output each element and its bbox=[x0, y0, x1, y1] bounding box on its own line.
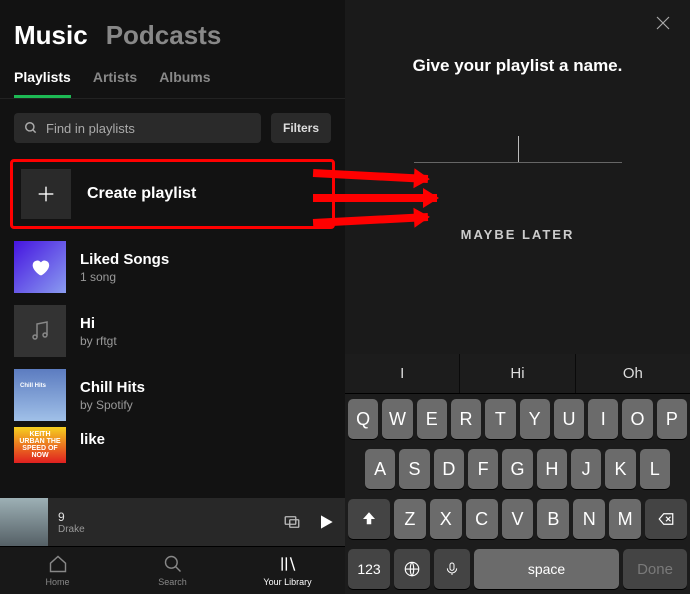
now-playing-bar[interactable]: 9 Drake bbox=[0, 498, 345, 546]
nav-library[interactable]: Your Library bbox=[230, 547, 345, 594]
kb-key-o[interactable]: O bbox=[622, 399, 652, 439]
kb-key-r[interactable]: R bbox=[451, 399, 481, 439]
playlist-like[interactable]: KEITH URBAN THE SPEED OF NOW like bbox=[0, 427, 345, 469]
kb-key-z[interactable]: Z bbox=[394, 499, 426, 539]
now-playing-artist: Drake bbox=[58, 524, 277, 535]
maybe-later-button[interactable]: MAYBE LATER bbox=[345, 227, 690, 242]
kb-space[interactable]: space bbox=[474, 549, 619, 589]
keyboard: I Hi Oh QWERTYUIOP ASDFGHJKL ZXCVBNM 123… bbox=[345, 354, 690, 594]
music-note-icon bbox=[28, 319, 52, 343]
tab-music[interactable]: Music bbox=[14, 20, 88, 51]
kb-suggestion[interactable]: Hi bbox=[460, 354, 575, 393]
kb-key-b[interactable]: B bbox=[537, 499, 569, 539]
kb-globe[interactable] bbox=[394, 549, 430, 589]
kb-key-f[interactable]: F bbox=[468, 449, 498, 489]
now-playing-cover bbox=[0, 498, 48, 546]
playlist-name-prompt: Give your playlist a name. bbox=[345, 56, 690, 76]
kb-numbers[interactable]: 123 bbox=[348, 549, 390, 589]
kb-key-n[interactable]: N bbox=[573, 499, 605, 539]
subtab-playlists[interactable]: Playlists bbox=[14, 69, 71, 98]
text-cursor bbox=[518, 136, 519, 162]
kb-key-c[interactable]: C bbox=[466, 499, 498, 539]
item-sub: by rftgt bbox=[80, 334, 117, 348]
heart-icon bbox=[29, 256, 51, 278]
item-title: Liked Songs bbox=[80, 251, 169, 268]
playlist-cover bbox=[14, 305, 66, 357]
kb-key-u[interactable]: U bbox=[554, 399, 584, 439]
cast-icon[interactable] bbox=[277, 513, 307, 531]
kb-key-p[interactable]: P bbox=[657, 399, 687, 439]
nav-home[interactable]: Home bbox=[0, 547, 115, 594]
kb-suggestion[interactable]: I bbox=[345, 354, 460, 393]
create-playlist-button[interactable]: Create playlist bbox=[13, 162, 332, 226]
liked-songs-cover bbox=[14, 241, 66, 293]
kb-key-a[interactable]: A bbox=[365, 449, 395, 489]
globe-icon bbox=[403, 560, 421, 578]
plus-icon bbox=[21, 169, 71, 219]
shift-icon bbox=[360, 510, 378, 528]
now-playing-title: 9 bbox=[58, 510, 277, 524]
create-highlight: Create playlist bbox=[10, 159, 335, 229]
kb-key-x[interactable]: X bbox=[430, 499, 462, 539]
kb-key-s[interactable]: S bbox=[399, 449, 429, 489]
kb-key-v[interactable]: V bbox=[502, 499, 534, 539]
kb-key-e[interactable]: E bbox=[417, 399, 447, 439]
search-icon bbox=[24, 121, 38, 135]
library-icon bbox=[278, 554, 298, 574]
item-title: Chill Hits bbox=[80, 379, 145, 396]
kb-key-m[interactable]: M bbox=[609, 499, 641, 539]
kb-key-q[interactable]: Q bbox=[348, 399, 378, 439]
close-button[interactable] bbox=[654, 14, 672, 32]
kb-key-d[interactable]: D bbox=[434, 449, 464, 489]
kb-key-h[interactable]: H bbox=[537, 449, 567, 489]
kb-key-k[interactable]: K bbox=[605, 449, 635, 489]
subtab-albums[interactable]: Albums bbox=[159, 69, 210, 98]
tab-podcasts[interactable]: Podcasts bbox=[106, 20, 222, 51]
search-input[interactable]: Find in playlists bbox=[14, 113, 261, 143]
search-placeholder: Find in playlists bbox=[46, 121, 135, 136]
kb-done[interactable]: Done bbox=[623, 549, 687, 589]
home-icon bbox=[48, 554, 68, 574]
playlist-chill-hits[interactable]: Chill Hits Chill Hits by Spotify bbox=[0, 363, 345, 427]
item-sub: by Spotify bbox=[80, 398, 145, 412]
kb-key-t[interactable]: T bbox=[485, 399, 515, 439]
kb-backspace[interactable] bbox=[645, 499, 687, 539]
play-button[interactable] bbox=[307, 512, 345, 532]
mic-icon bbox=[444, 561, 460, 577]
kb-key-g[interactable]: G bbox=[502, 449, 532, 489]
close-icon bbox=[654, 14, 672, 32]
filters-button[interactable]: Filters bbox=[271, 113, 331, 143]
create-label: Create playlist bbox=[87, 185, 196, 203]
item-title: like bbox=[80, 431, 105, 448]
kb-key-l[interactable]: L bbox=[640, 449, 670, 489]
backspace-icon bbox=[655, 510, 677, 528]
item-title: Hi bbox=[80, 315, 117, 332]
playlist-cover: KEITH URBAN THE SPEED OF NOW bbox=[14, 427, 66, 463]
playlist-name-input[interactable] bbox=[414, 162, 622, 163]
playlist-hi[interactable]: Hi by rftgt bbox=[0, 299, 345, 363]
kb-suggestion[interactable]: Oh bbox=[576, 354, 690, 393]
playlist-liked-songs[interactable]: Liked Songs 1 song bbox=[0, 235, 345, 299]
playlist-cover: Chill Hits bbox=[14, 369, 66, 421]
kb-shift[interactable] bbox=[348, 499, 390, 539]
search-icon bbox=[163, 554, 183, 574]
kb-key-y[interactable]: Y bbox=[520, 399, 550, 439]
kb-key-i[interactable]: I bbox=[588, 399, 618, 439]
nav-search[interactable]: Search bbox=[115, 547, 230, 594]
play-icon bbox=[316, 512, 336, 532]
kb-key-w[interactable]: W bbox=[382, 399, 412, 439]
item-sub: 1 song bbox=[80, 270, 169, 284]
subtab-artists[interactable]: Artists bbox=[93, 69, 137, 98]
kb-mic[interactable] bbox=[434, 549, 470, 589]
kb-key-j[interactable]: J bbox=[571, 449, 601, 489]
